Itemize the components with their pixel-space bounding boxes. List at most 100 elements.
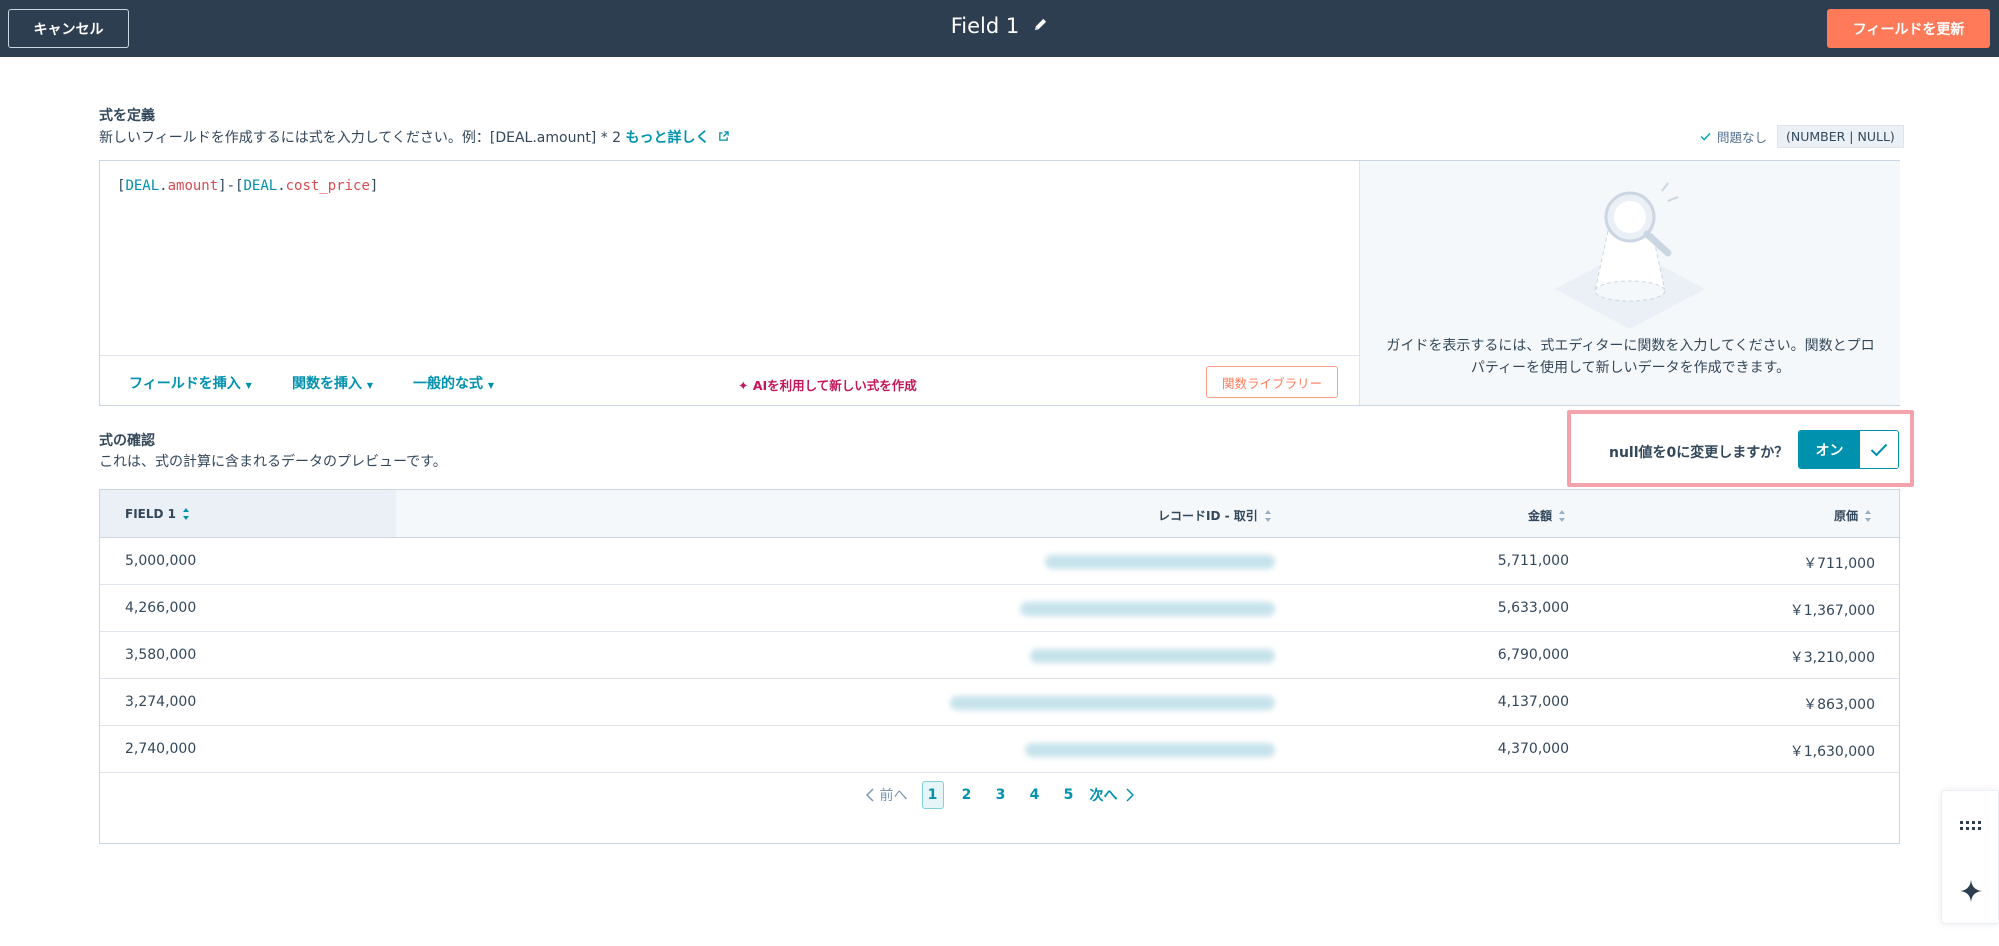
confirm-title: 式の確認 [99,433,155,449]
page-2[interactable]: 2 [950,781,984,809]
table-row: 4,266,000 5,633,000 ￥1,367,000 [100,585,1899,632]
guide-panel: ガイドを表示するには、式エディターに関数を入力してください。関数とプロパティーを… [1359,161,1900,405]
sort-icon [1559,509,1566,522]
editor-toolbar: フィールドを挿入 ▼ 関数を挿入 ▼ 一般的な式 ▼ ✦ AIを利用して新しい式… [100,355,1359,406]
formula-token: ] [369,178,379,194]
sort-icon [1264,509,1271,522]
cell-cost: ￥1,630,000 [1789,744,1875,760]
cell-amount: 5,711,000 [1497,553,1569,569]
ai-create-button[interactable]: ✦ AIを利用して新しい式を作成 [738,375,917,394]
formula-token: . [159,178,168,194]
insert-function-dropdown[interactable]: 関数を挿入 ▼ [292,373,373,393]
insert-function-label: 関数を挿入 [292,376,362,392]
cell-cost: ￥863,000 [1803,697,1875,713]
next-page-label: 次へ [1089,788,1118,804]
common-formulas-label: 一般的な式 [413,376,483,392]
formula-token: . [277,178,286,194]
cell-cost: ￥711,000 [1803,556,1875,572]
prev-page-label: 前へ [879,788,908,804]
check-icon [1870,443,1888,456]
table-row: 5,000,000 5,711,000 ￥711,000 [100,538,1899,585]
table-row: 3,274,000 4,137,000 ￥863,000 [100,679,1899,726]
learn-more-link[interactable]: もっと詳しく [626,130,730,146]
validation-status: 問題なし (NUMBER | NULL) [1700,125,1904,148]
title-area: Field 1 [0,14,1999,38]
formula-token-object: DEAL [125,178,160,194]
formula-input[interactable]: [DEAL.amount]-[DEAL.cost_price] [100,161,1359,355]
chevron-right-icon [1125,788,1134,802]
column-header-label: 原価 [1834,509,1859,523]
preview-table: FIELD 1 レコードID - 取引 金額 原価 5,000,000 5,71… [99,489,1900,844]
caret-down-icon: ▼ [487,381,495,390]
cell-cost: ￥1,367,000 [1789,603,1875,619]
table-row: 2,740,000 4,370,000 ￥1,630,000 [100,726,1899,773]
column-header-label: レコードID - 取引 [1158,509,1258,523]
formula-token-property: amount [167,178,219,194]
cell-field1: 2,740,000 [125,741,197,757]
cell-amount: 4,370,000 [1497,741,1569,757]
page-3[interactable]: 3 [984,781,1018,809]
null-to-zero-label: null値を0に変更しますか？ [1609,445,1789,461]
table-row: 3,580,000 6,790,000 ￥3,210,000 [100,632,1899,679]
null-to-zero-setting: null値を0に変更しますか？ オン [1567,410,1914,487]
column-header-field1[interactable]: FIELD 1 [125,507,190,521]
cell-field1: 3,580,000 [125,647,197,663]
magnifier-illustration [1555,182,1705,329]
define-title: 式を定義 [99,108,155,124]
ai-assistant-button[interactable] [1942,861,1999,921]
page-title[interactable]: Field 1 [951,14,1020,38]
ai-create-label: AIを利用して新しい式を作成 [752,378,917,393]
chevron-left-icon [865,788,874,802]
formula-token: ]-[ [218,178,244,194]
table-header: FIELD 1 レコードID - 取引 金額 原価 [100,490,1899,538]
insert-field-dropdown[interactable]: フィールドを挿入 ▼ [129,373,252,393]
redacted-record-id [1030,649,1275,663]
column-header-label: 金額 [1528,509,1553,523]
cell-field1: 5,000,000 [125,553,197,569]
type-badge: (NUMBER | NULL) [1777,125,1904,148]
page-5[interactable]: 5 [1052,781,1086,809]
caret-down-icon: ▼ [245,381,252,390]
learn-more-label: もっと詳しく [625,130,710,146]
cell-field1: 4,266,000 [125,600,197,616]
status-ok: 問題なし [1700,127,1767,146]
formula-editor: [DEAL.amount]-[DEAL.cost_price] フィールドを挿入… [99,160,1900,406]
check-icon [1700,132,1711,141]
page-1[interactable]: 1 [921,781,944,809]
guide-text: ガイドを表示するには、式エディターに関数を入力してください。関数とプロパティーを… [1386,338,1875,376]
grid-dots-button[interactable] [1942,796,1999,856]
prev-page-button[interactable]: 前へ [865,785,908,805]
top-bar: キャンセル Field 1 フィールドを更新 [0,0,1999,57]
define-description-text: 新しいフィールドを作成するには式を入力してください。例：[DEAL.amount… [99,130,622,146]
update-field-button[interactable]: フィールドを更新 [1827,9,1990,48]
redacted-record-id [1020,602,1275,616]
function-library-button[interactable]: 関数ライブラリー [1206,366,1338,398]
redacted-record-id [1045,555,1275,569]
cell-amount: 4,137,000 [1497,694,1569,710]
grid-dots-icon [1960,821,1981,830]
pencil-icon[interactable] [1033,17,1048,36]
page-4[interactable]: 4 [1018,781,1052,809]
formula-code: [DEAL.amount]-[DEAL.cost_price] [117,178,378,194]
sparkle-icon [1960,880,1982,902]
formula-token-object: DEAL [243,178,278,194]
null-to-zero-toggle[interactable]: オン [1798,430,1899,469]
redacted-record-id [950,696,1275,710]
define-description: 新しいフィールドを作成するには式を入力してください。例：[DEAL.amount… [99,127,730,147]
next-page-button[interactable]: 次へ [1090,785,1134,805]
column-header-label: FIELD 1 [125,507,176,521]
cell-field1: 3,274,000 [125,694,197,710]
column-header-record-id[interactable]: レコードID - 取引 [1158,507,1272,524]
toggle-check [1860,431,1898,468]
formula-token-property: cost_price [285,178,370,194]
column-header-amount[interactable]: 金額 [1528,507,1566,524]
sort-icon [1865,509,1872,522]
cell-amount: 6,790,000 [1497,647,1569,663]
column-header-cost[interactable]: 原価 [1834,507,1872,524]
common-formulas-dropdown[interactable]: 一般的な式 ▼ [413,373,494,393]
toggle-on-label: オン [1799,431,1860,468]
redacted-record-id [1025,743,1275,757]
external-link-icon [719,131,730,141]
floating-tools [1941,790,1999,924]
pagination: 前へ 1 2 3 4 5 次へ [100,781,1899,809]
